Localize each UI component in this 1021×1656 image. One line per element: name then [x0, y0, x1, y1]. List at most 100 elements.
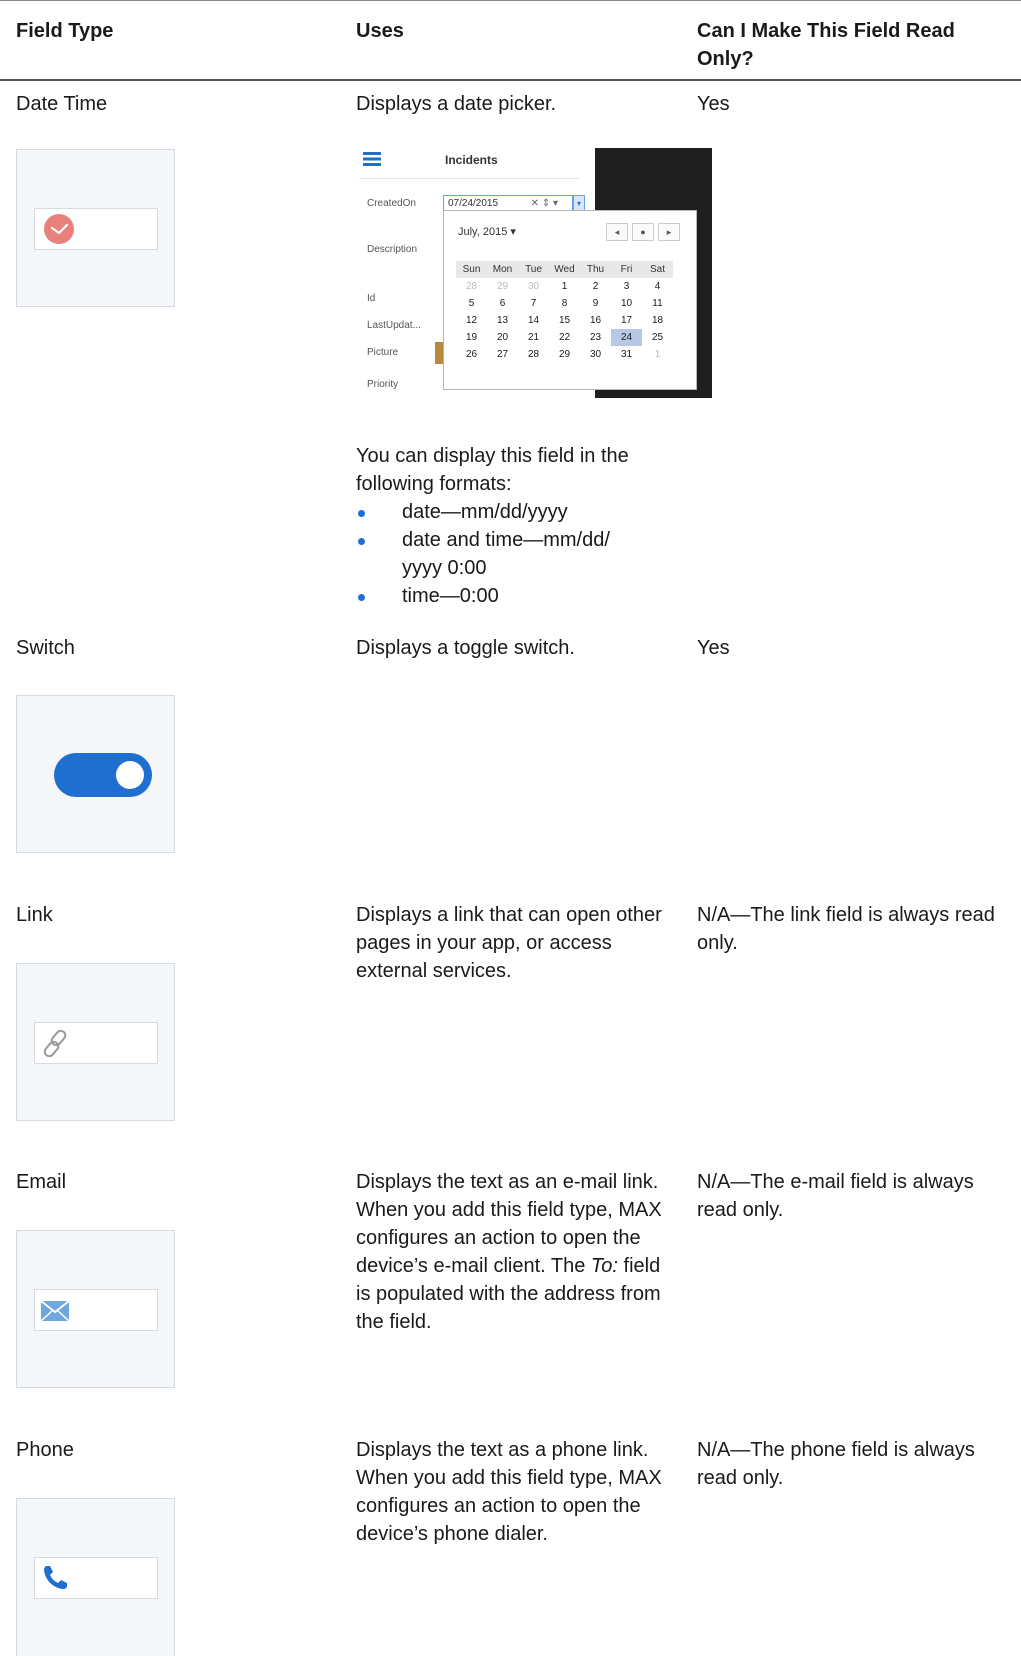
today-icon[interactable]: ●	[632, 223, 654, 241]
calendar-day[interactable]: 24	[611, 329, 642, 346]
calendar-day[interactable]: 12	[456, 312, 487, 329]
link-field-preview	[34, 1022, 158, 1064]
hamburger-menu-icon[interactable]	[363, 152, 381, 166]
row-phone-read-only: N/A—The phone field is always read only.	[697, 1439, 975, 1489]
row-switch-name: Switch	[16, 637, 75, 659]
date-input-controls-icon[interactable]: ✕ ⇕ ▾	[531, 196, 558, 211]
list-item: time—0:00	[356, 582, 676, 610]
link-icon	[43, 1029, 67, 1058]
header-uses: Uses	[356, 20, 404, 42]
calendar-day[interactable]: 14	[518, 312, 549, 329]
calendar-day[interactable]: 13	[487, 312, 518, 329]
link-thumbnail	[16, 963, 175, 1121]
calendar-day[interactable]: 23	[580, 329, 611, 346]
calendar-day[interactable]: 17	[611, 312, 642, 329]
phone-field-preview	[34, 1557, 158, 1599]
createdon-label: CreatedOn	[367, 198, 416, 209]
weekday-header: Sun	[456, 261, 487, 278]
calendar-day[interactable]: 22	[549, 329, 580, 346]
calendar-day[interactable]: 4	[642, 278, 673, 295]
switch-thumbnail	[16, 695, 175, 853]
weekday-header: Tue	[518, 261, 549, 278]
formats-intro: You can display this field in the follow…	[356, 445, 629, 495]
calendar-day[interactable]: 15	[549, 312, 580, 329]
incidents-title: Incidents	[445, 153, 498, 167]
calendar-grid: Sun Mon Tue Wed Thu Fri Sat 28 29 30 1 2 3 4 5 6 7 8 9 10 1…	[456, 261, 673, 363]
toggle-switch-icon	[54, 753, 152, 797]
calendar-day[interactable]: 10	[611, 295, 642, 312]
calendar-day[interactable]: 18	[642, 312, 673, 329]
list-item: date and time—mm/dd/ yyyy 0:00	[356, 526, 676, 582]
next-month-icon[interactable]: ▸	[658, 223, 680, 241]
row-email-name: Email	[16, 1171, 67, 1193]
row-link-uses: Displays a link that can open other page…	[356, 904, 662, 982]
description-label: Description	[367, 244, 418, 255]
header-field-type: Field Type	[16, 20, 114, 42]
row-link-name: Link	[16, 904, 53, 926]
calendar-week-row: 28 29 30 1 2 3 4	[456, 278, 673, 295]
weekday-header: Sat	[642, 261, 673, 278]
calendar-popup: July, 2015 ▾ ◂ ● ▸ Sun Mon Tue Wed Thu Fri Sat…	[443, 210, 697, 390]
calendar-day[interactable]: 26	[456, 346, 487, 363]
calendar-day[interactable]: 1	[642, 346, 673, 363]
calendar-day[interactable]: 31	[611, 346, 642, 363]
bullet-icon	[358, 538, 365, 545]
calendar-day[interactable]: 1	[549, 278, 580, 295]
row-email-read-only: N/A—The e-mail field is always read only…	[697, 1171, 974, 1221]
calendar-day[interactable]: 2	[580, 278, 611, 295]
calendar-week-row: 5 6 7 8 9 10 11	[456, 295, 673, 312]
month-selector[interactable]: July, 2015 ▾	[458, 225, 516, 238]
row-date-time-name: Date Time	[16, 93, 108, 115]
date-input-value: 07/24/2015	[448, 198, 499, 209]
formats-list: date—mm/dd/yyyy date and time—mm/dd/ yyy…	[356, 498, 676, 610]
bullet-icon	[358, 510, 365, 517]
row-phone-uses: Displays the text as a phone link. When …	[356, 1439, 662, 1545]
weekday-header: Mon	[487, 261, 518, 278]
calendar-week-row: 26 27 28 29 30 31 1	[456, 346, 673, 363]
calendar-day[interactable]: 9	[580, 295, 611, 312]
row-date-time-read-only: Yes	[697, 93, 730, 115]
email-thumbnail	[16, 1230, 175, 1388]
calendar-day[interactable]: 29	[487, 278, 518, 295]
calendar-day[interactable]: 28	[518, 346, 549, 363]
calendar-day[interactable]: 27	[487, 346, 518, 363]
bullet-icon	[358, 594, 365, 601]
calendar-day[interactable]: 7	[518, 295, 549, 312]
calendar-day[interactable]: 30	[518, 278, 549, 295]
table-top-rule	[0, 0, 1021, 1]
calendar-day[interactable]: 11	[642, 295, 673, 312]
weekday-header: Fri	[611, 261, 642, 278]
row-email-uses: Displays the text as an e-mail link. Whe…	[356, 1171, 662, 1333]
priority-label: Priority	[367, 379, 399, 390]
calendar-day[interactable]: 20	[487, 329, 518, 346]
prev-month-icon[interactable]: ◂	[606, 223, 628, 241]
clock-icon	[44, 214, 74, 244]
calendar-day[interactable]: 6	[487, 295, 518, 312]
id-label: Id	[367, 293, 376, 304]
picture-label: Picture	[367, 347, 399, 358]
calendar-day[interactable]: 30	[580, 346, 611, 363]
date-picker-screenshot: Incidents CreatedOn 07/24/2015 ✕ ⇕ ▾ ▾ D…	[359, 148, 712, 398]
calendar-day[interactable]: 3	[611, 278, 642, 295]
row-link-read-only: N/A—The link field is always read only.	[697, 904, 995, 954]
calendar-day[interactable]: 5	[456, 295, 487, 312]
email-field-preview	[34, 1289, 158, 1331]
header-rule	[0, 79, 1021, 81]
weekday-header: Thu	[580, 261, 611, 278]
calendar-day[interactable]: 25	[642, 329, 673, 346]
calendar-day[interactable]: 29	[549, 346, 580, 363]
divider	[359, 178, 579, 179]
calendar-day[interactable]: 19	[456, 329, 487, 346]
calendar-day[interactable]: 21	[518, 329, 549, 346]
phone-icon	[44, 1566, 67, 1589]
calendar-week-row: 12 13 14 15 16 17 18	[456, 312, 673, 329]
header-read-only: Can I Make This Field Read Only?	[697, 20, 955, 70]
phone-thumbnail	[16, 1498, 175, 1656]
date-time-field-preview	[34, 208, 158, 250]
calendar-day[interactable]: 8	[549, 295, 580, 312]
row-switch-read-only: Yes	[697, 637, 730, 659]
picture-thumbnail	[435, 342, 443, 364]
calendar-day[interactable]: 28	[456, 278, 487, 295]
calendar-day[interactable]: 16	[580, 312, 611, 329]
envelope-icon	[41, 1300, 70, 1322]
